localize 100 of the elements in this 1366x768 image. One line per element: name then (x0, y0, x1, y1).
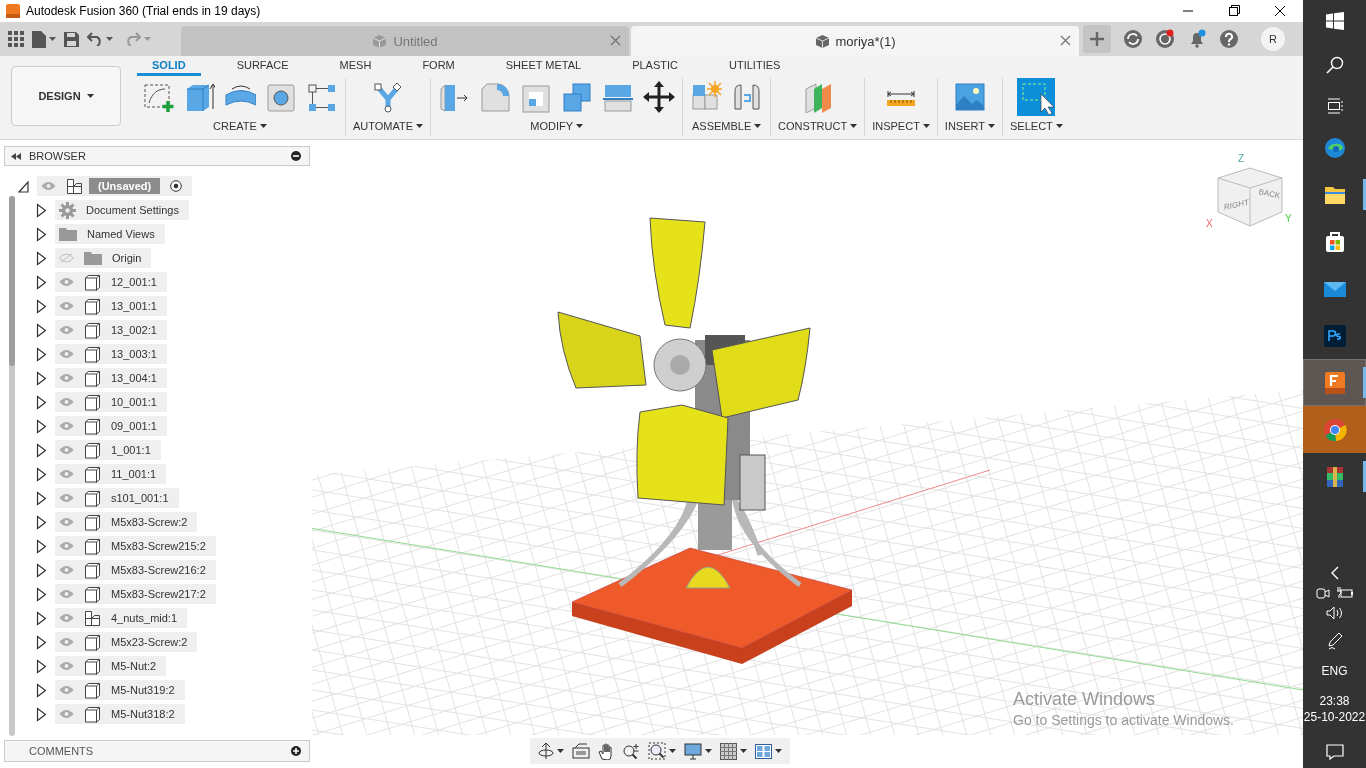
tool-group-menu[interactable]: INSERT (944, 120, 995, 132)
ribbon-tab[interactable]: MESH (324, 56, 387, 76)
document-tab[interactable]: moriya*(1) (631, 26, 1079, 56)
browser-item[interactable]: M5x83-Screw:2 (55, 512, 198, 532)
expand-arrow-icon[interactable] (36, 538, 47, 554)
task-view-icon[interactable] (1325, 98, 1344, 114)
orbit-button[interactable] (538, 742, 564, 760)
scrollbar[interactable] (9, 196, 15, 736)
tool-group-menu[interactable]: SELECT (1010, 120, 1063, 132)
expand-arrow-icon[interactable] (36, 370, 47, 386)
browser-item[interactable]: 13_002:1 (55, 320, 167, 340)
browser-item[interactable]: s101_001:1 (55, 488, 179, 508)
browser-item[interactable]: 13_001:1 (55, 296, 167, 316)
expand-arrow-icon[interactable] (36, 298, 47, 314)
expand-arrow-icon[interactable] (36, 394, 47, 410)
clock[interactable]: 23:38 25-10-2022 (1303, 694, 1366, 724)
browser-item[interactable]: Document Settings (55, 200, 189, 220)
browser-item[interactable]: M5-Nut319:2 (55, 680, 185, 700)
start-icon[interactable] (1325, 12, 1344, 30)
camera-icon[interactable] (1315, 586, 1330, 600)
browser-item[interactable]: M5-Nut:2 (55, 656, 167, 676)
ribbon-tab[interactable]: SHEET METAL (490, 56, 597, 76)
browser-item[interactable]: M5x83-Screw217:2 (55, 584, 216, 604)
action-center-icon[interactable] (1325, 744, 1344, 760)
look-at-icon[interactable] (572, 743, 590, 759)
expand-arrow-icon[interactable] (36, 202, 47, 218)
combine-icon[interactable] (561, 81, 594, 113)
help-icon[interactable] (1219, 29, 1239, 49)
expand-arrow-icon[interactable] (36, 586, 47, 602)
tool-group-menu[interactable]: CONSTRUCT (778, 120, 858, 132)
battery-charging-icon[interactable] (1335, 586, 1354, 600)
collapse-panel-icon[interactable] (11, 152, 21, 160)
pattern-icon[interactable] (306, 81, 338, 113)
expand-arrow-icon[interactable] (36, 490, 47, 506)
close-icon[interactable] (1060, 35, 1071, 46)
expand-arrow-icon[interactable] (36, 514, 47, 530)
expand-arrow-icon[interactable] (36, 610, 47, 626)
browser-item[interactable]: 10_001:1 (55, 392, 167, 412)
sync-icon[interactable] (1123, 29, 1143, 49)
expand-arrow-icon[interactable] (36, 274, 47, 290)
expand-arrow-icon[interactable] (36, 322, 47, 338)
ribbon-tab[interactable]: UTILITIES (714, 56, 796, 76)
select-icon[interactable] (1017, 78, 1056, 116)
expand-arrow-icon[interactable] (36, 418, 47, 434)
search-icon[interactable] (1325, 56, 1344, 74)
viewports-button[interactable] (755, 743, 782, 759)
zoom-icon[interactable] (622, 742, 640, 760)
browser-item[interactable]: 13_003:1 (55, 344, 167, 364)
close-icon[interactable] (610, 35, 621, 46)
browser-item[interactable]: 13_004:1 (55, 368, 167, 388)
fit-button[interactable] (648, 742, 676, 760)
expand-arrow-icon[interactable] (36, 466, 47, 482)
minus-circle-icon[interactable] (291, 151, 301, 161)
activate-radio-icon[interactable] (170, 180, 183, 192)
expand-arrow-icon[interactable] (36, 442, 47, 458)
browser-item[interactable]: M5x83-Screw215:2 (55, 536, 216, 556)
profile-avatar[interactable]: R (1261, 27, 1285, 51)
volume-icon[interactable] (1325, 606, 1344, 620)
expand-arrow-icon[interactable] (36, 562, 47, 578)
tool-group-menu[interactable]: CREATE (213, 120, 267, 132)
display-settings-button[interactable] (684, 742, 712, 760)
image-icon[interactable] (953, 81, 986, 113)
hole-icon[interactable] (265, 81, 297, 113)
browser-item[interactable]: M5x83-Screw216:2 (55, 560, 216, 580)
ribbon-tab[interactable]: PLASTIC (617, 56, 693, 76)
ribbon-tab[interactable]: FORM (407, 56, 470, 76)
expand-arrow-icon[interactable] (18, 178, 29, 194)
expand-arrow-icon[interactable] (36, 226, 47, 242)
fan-model-drawing[interactable] (557, 217, 853, 664)
save-icon[interactable] (64, 31, 79, 47)
add-comment-icon[interactable] (291, 746, 301, 756)
apps-grid-icon[interactable] (8, 31, 24, 47)
workspace-menu-button[interactable]: DESIGN (11, 66, 121, 126)
expand-arrow-icon[interactable] (36, 250, 47, 266)
pan-hand-icon[interactable] (598, 742, 614, 760)
browser-item[interactable]: Named Views (55, 224, 165, 244)
ribbon-tab[interactable]: SURFACE (221, 56, 304, 76)
pen-icon[interactable] (1326, 632, 1343, 650)
input-language[interactable]: ENG (1321, 664, 1348, 678)
expand-arrow-icon[interactable] (36, 658, 47, 674)
tool-group-menu[interactable]: MODIFY (530, 120, 583, 132)
browser-item[interactable]: 1_001:1 (55, 440, 161, 460)
browser-item[interactable]: 4_nuts_mid:1 (55, 608, 188, 628)
tool-group-menu[interactable]: AUTOMATE (353, 120, 424, 132)
chevron-up-icon[interactable] (1329, 566, 1340, 580)
expand-arrow-icon[interactable] (36, 706, 47, 722)
browser-item[interactable]: M5-Nut318:2 (55, 704, 185, 724)
job-status-icon[interactable] (1155, 29, 1175, 49)
sketch-icon[interactable] (142, 81, 174, 113)
new-tab-button[interactable] (1083, 25, 1111, 53)
browser-item[interactable]: 12_001:1 (55, 272, 167, 292)
browser-item[interactable]: Origin (55, 248, 152, 268)
tool-group-menu[interactable]: INSPECT (872, 120, 930, 132)
expand-arrow-icon[interactable] (36, 634, 47, 650)
browser-item[interactable]: 09_001:1 (55, 416, 167, 436)
expand-arrow-icon[interactable] (36, 346, 47, 362)
expand-arrow-icon[interactable] (36, 682, 47, 698)
tool-group-menu[interactable]: ASSEMBLE (691, 120, 762, 132)
browser-item[interactable]: 11_001:1 (55, 464, 167, 484)
browser-item[interactable]: M5x23-Screw:2 (55, 632, 198, 652)
